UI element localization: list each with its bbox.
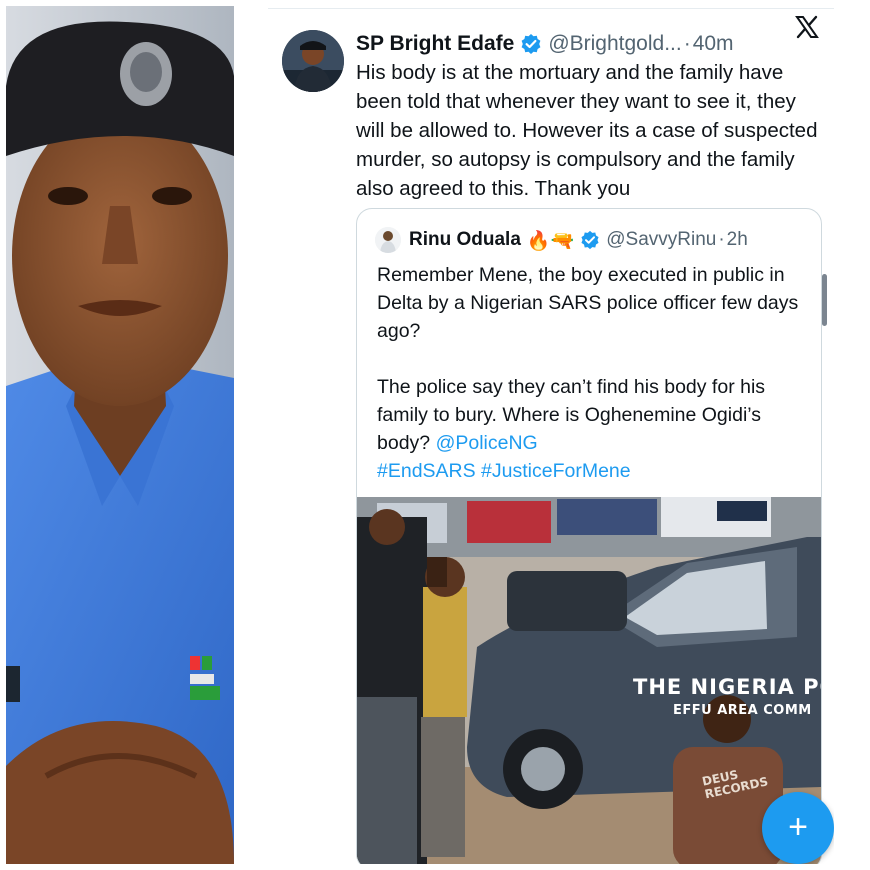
quoted-author-emojis: 🔥🔫	[526, 229, 575, 252]
quoted-author-handle[interactable]: @SavvyRinu	[606, 229, 716, 251]
compose-plus-icon: +	[788, 808, 808, 846]
quoted-tweet-photo[interactable]: THE NIGERIA POL EFFU AREA COMM DEUS RECO…	[357, 497, 821, 864]
compose-button[interactable]: +	[762, 792, 834, 864]
tweet-text: His body is at the mortuary and the fami…	[356, 61, 818, 200]
quoted-tweet-header: Rinu Oduala 🔥🔫 @SavvyRinu · 2h	[375, 227, 748, 253]
tweet-time[interactable]: 40m	[693, 32, 734, 56]
verified-badge-icon	[581, 230, 599, 250]
quoted-tweet-time[interactable]: 2h	[727, 229, 748, 251]
author-avatar-image	[282, 30, 344, 92]
author-handle[interactable]: @Brightgold...	[548, 32, 681, 56]
author-avatar[interactable]	[282, 30, 344, 92]
tweet-screenshot: SP Bright Edafe @Brightgold... · 40m His…	[268, 8, 834, 864]
quoted-paragraph-1: Remember Mene, the boy executed in publi…	[377, 264, 799, 342]
quoted-author-name[interactable]: Rinu Oduala	[409, 229, 521, 251]
divider	[268, 8, 834, 9]
quoted-tweet-text: Remember Mene, the boy executed in publi…	[377, 261, 807, 485]
quoted-author-avatar-image	[375, 227, 401, 253]
officer-portrait-photo	[6, 6, 234, 864]
author-name[interactable]: SP Bright Edafe	[356, 32, 514, 56]
van-lettering-line-1: THE NIGERIA POL	[633, 675, 821, 699]
officer-portrait-illustration	[6, 6, 234, 864]
separator-dot: ·	[718, 229, 725, 250]
mention-link[interactable]: @PoliceNG	[436, 432, 538, 454]
quoted-tweet-card[interactable]: Rinu Oduala 🔥🔫 @SavvyRinu · 2h Remember …	[356, 208, 822, 864]
van-lettering-line-2: EFFU AREA COMM	[673, 703, 812, 718]
scrollbar[interactable]	[822, 274, 827, 326]
separator-dot: ·	[683, 32, 691, 55]
hashtag-links[interactable]: #EndSARS #JusticeForMene	[377, 460, 631, 482]
quoted-paragraph-2: The police say they can’t find his body …	[377, 373, 807, 485]
quoted-author-avatar[interactable]	[375, 227, 401, 253]
x-logo-icon[interactable]	[794, 14, 820, 40]
tweet-header: SP Bright Edafe @Brightgold... · 40m	[356, 26, 826, 62]
verified-badge-icon	[521, 34, 541, 54]
